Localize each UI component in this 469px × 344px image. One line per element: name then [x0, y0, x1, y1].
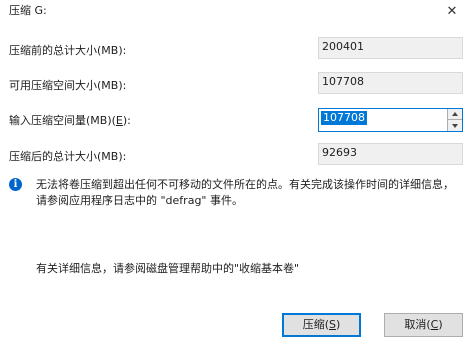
total-after-value: 92693	[318, 143, 463, 165]
shrink-button-suffix: )	[335, 318, 341, 331]
info-icon: i	[9, 178, 22, 191]
available-space-label: 可用压缩空间大小(MB):	[9, 79, 127, 92]
arrow-down-icon	[452, 123, 458, 128]
shrink-dialog: 压缩 G: ✕ 压缩前的总计大小(MB): 200401 可用压缩空间大小(MB…	[0, 0, 469, 344]
shrink-amount-access-key: E	[115, 114, 123, 127]
shrink-amount-label-text: 输入压缩空间量(MB)(	[9, 114, 116, 127]
spin-up-button[interactable]	[447, 109, 462, 120]
spin-down-button[interactable]	[447, 120, 462, 131]
help-message: 有关详细信息，请参阅磁盘管理帮助中的"收缩基本卷"	[36, 262, 300, 275]
shrink-button[interactable]: 压缩(S)	[282, 313, 361, 337]
available-space-value: 107708	[318, 72, 463, 94]
cancel-button[interactable]: 取消(C)	[384, 313, 463, 337]
close-icon[interactable]: ✕	[444, 3, 460, 19]
shrink-button-label: 压缩(	[302, 318, 329, 331]
shrink-amount-label: 输入压缩空间量(MB)(E):	[9, 114, 131, 128]
shrink-amount-label-end: ):	[122, 114, 131, 127]
arrow-up-icon	[452, 112, 458, 116]
total-before-label: 压缩前的总计大小(MB):	[9, 44, 127, 57]
title-bar: 压缩 G: ✕	[0, 0, 469, 26]
dialog-title: 压缩 G:	[9, 4, 47, 17]
cancel-button-suffix: )	[438, 318, 443, 331]
total-before-value: 200401	[318, 37, 463, 59]
info-message: 无法将卷压缩到超出任何不可移动的文件所在的点。有关完成该操作时间的详细信息，请参…	[36, 178, 454, 207]
cancel-button-label: 取消(	[404, 318, 431, 331]
shrink-amount-input[interactable]: 107708	[321, 111, 367, 125]
total-after-label: 压缩后的总计大小(MB):	[9, 150, 127, 163]
shrink-amount-stepper[interactable]: 107708	[318, 108, 463, 132]
shrink-button-key: S	[329, 318, 336, 331]
